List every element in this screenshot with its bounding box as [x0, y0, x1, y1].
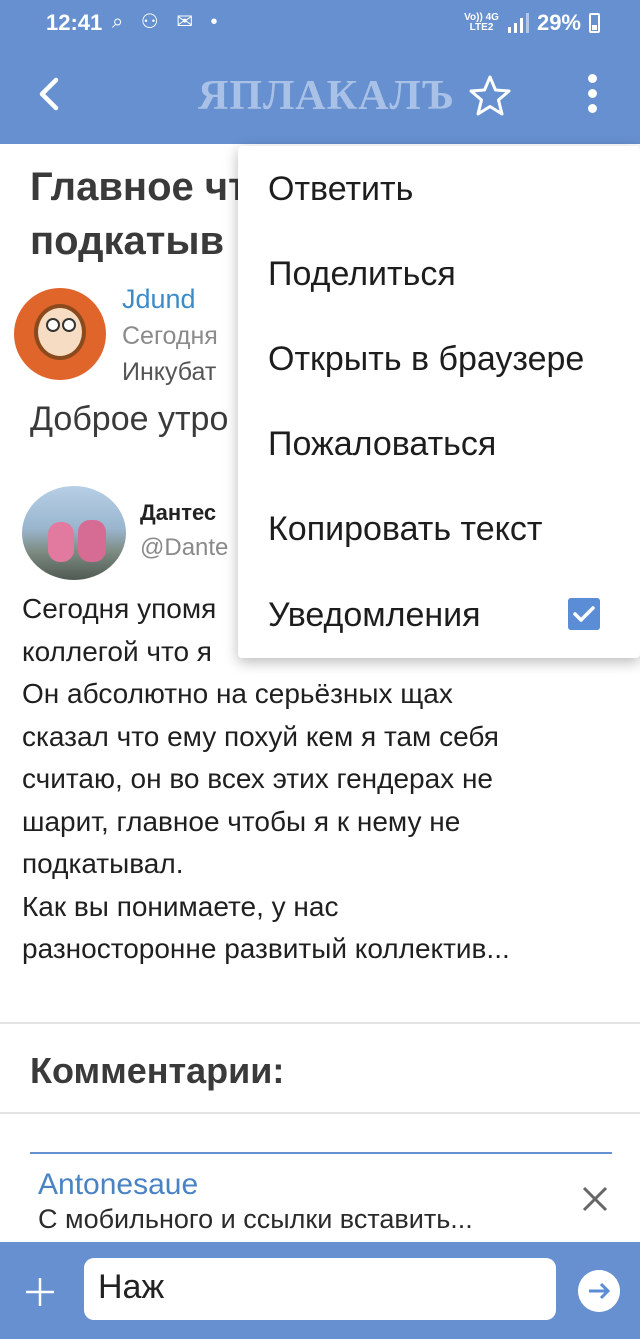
menu-item-share[interactable]: Поделиться — [268, 255, 456, 294]
plus-icon[interactable] — [20, 1272, 60, 1312]
notifications-checkbox[interactable] — [568, 598, 600, 630]
divider — [0, 1112, 640, 1114]
tweet-avatar — [22, 486, 126, 580]
close-icon[interactable] — [576, 1180, 616, 1220]
divider — [0, 1022, 640, 1024]
comment-input[interactable]: Наж — [84, 1258, 556, 1320]
reply-preview: С мобильного и ссылки вставить... — [38, 1204, 473, 1234]
post-author[interactable]: Jdund — [122, 284, 196, 315]
status-time: 12:41 — [46, 10, 103, 35]
battery-percent: 29% — [536, 10, 581, 35]
favorite-star-icon[interactable] — [466, 72, 514, 120]
send-icon[interactable] — [578, 1270, 620, 1312]
menu-item-copy-text[interactable]: Копировать текст — [268, 510, 542, 549]
post-greeting: Доброе утро — [30, 400, 229, 438]
signal-icon — [507, 13, 529, 33]
reply-quote-line — [30, 1152, 612, 1154]
reply-author: Antonesaue — [38, 1168, 199, 1201]
author-avatar[interactable] — [14, 288, 106, 380]
tweet-author-name: Дантес — [140, 500, 217, 525]
menu-item-open-browser[interactable]: Открыть в браузере — [268, 340, 584, 379]
menu-item-report[interactable]: Пожаловаться — [268, 425, 496, 464]
post-date: Сегодня — [122, 322, 218, 350]
comments-heading: Комментарии: — [30, 1050, 285, 1091]
composer-bar: Наж — [0, 1242, 640, 1339]
back-arrow-icon[interactable] — [28, 70, 76, 118]
app-bar: ЯПЛАКАЛЪ — [0, 48, 640, 144]
more-options-icon[interactable] — [572, 70, 612, 122]
app-logo[interactable]: ЯПЛАКАЛЪ — [198, 72, 455, 120]
notification-icons: ⌕ ⚇ ✉ • — [112, 11, 224, 33]
menu-item-notifications[interactable]: Уведомления — [268, 596, 481, 635]
status-bar: 12:41 ⌕ ⚇ ✉ • Vo)) 4G LTE2 29% — [0, 0, 640, 48]
network-indicator: Vo)) 4G LTE2 — [464, 12, 499, 33]
author-rank: Инкубат — [122, 358, 217, 386]
menu-item-reply[interactable]: Ответить — [268, 170, 413, 209]
status-right: Vo)) 4G LTE2 29% — [464, 10, 600, 36]
overflow-menu: Ответить Поделиться Открыть в браузере П… — [238, 146, 640, 658]
tweet-handle: @Dante — [140, 534, 229, 561]
battery-icon — [589, 13, 600, 33]
